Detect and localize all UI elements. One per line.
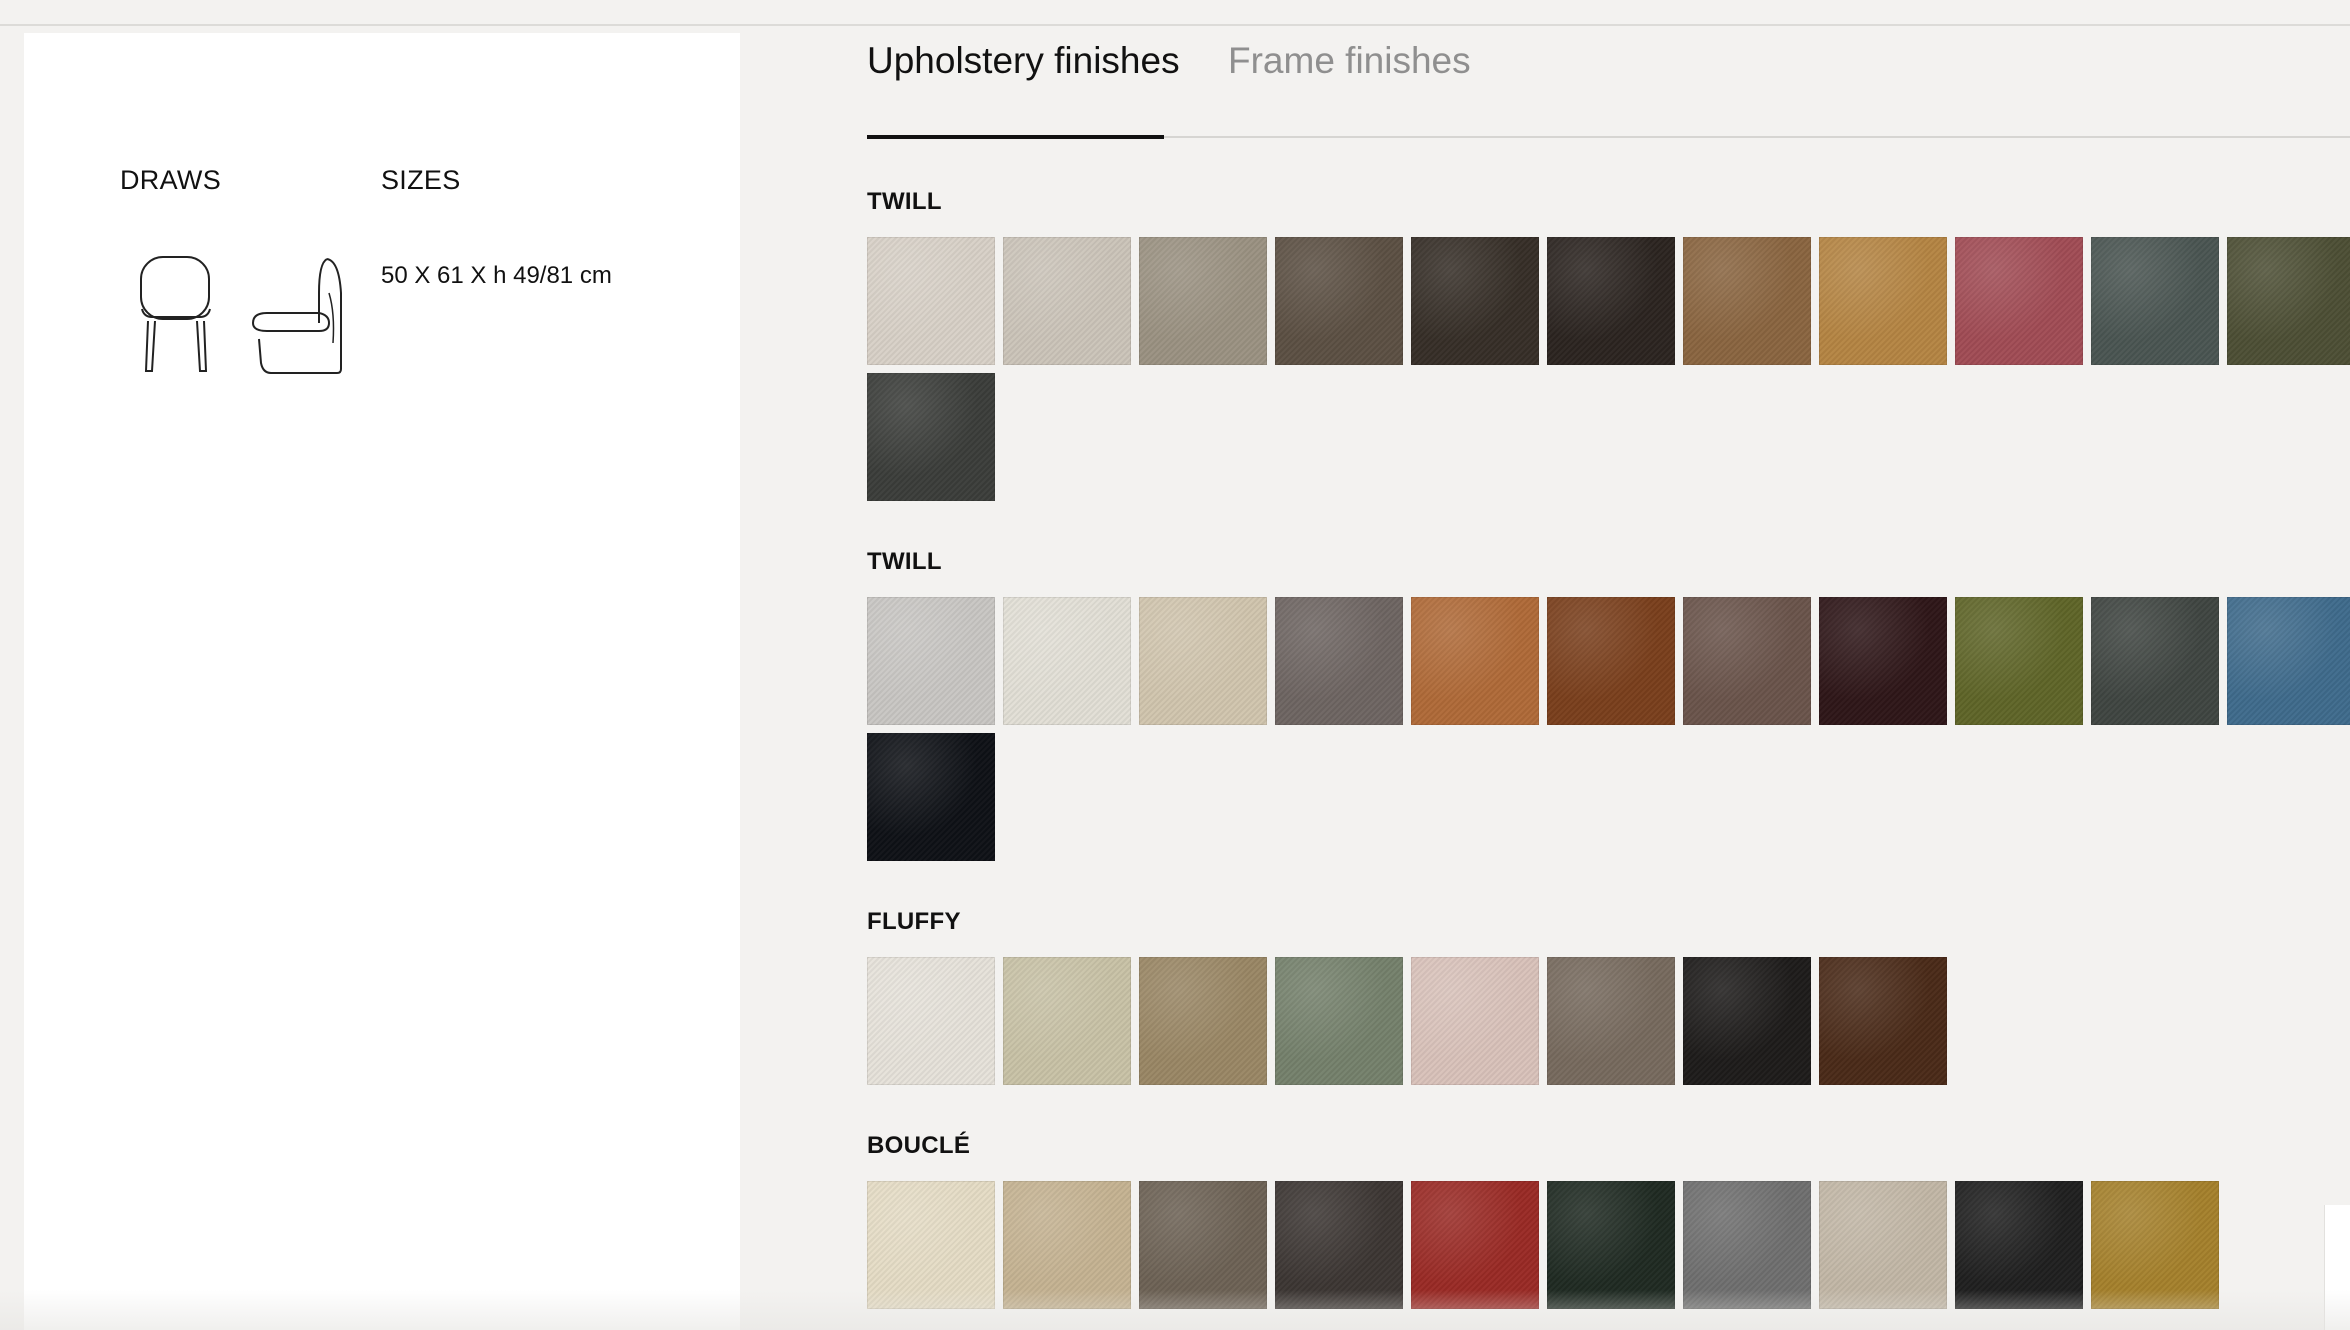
finish-swatch[interactable] <box>1955 1181 2083 1309</box>
section-title: FLUFFY <box>867 908 961 935</box>
swatch-grid <box>867 237 2350 501</box>
finish-swatch[interactable] <box>1139 1181 1267 1309</box>
finish-swatch[interactable] <box>1547 957 1675 1085</box>
finish-swatch[interactable] <box>1139 957 1267 1085</box>
sizes-title: SIZES <box>381 165 461 195</box>
finish-swatch[interactable] <box>1819 957 1947 1085</box>
active-tab-indicator <box>867 135 1164 139</box>
finish-swatch[interactable] <box>1411 597 1539 725</box>
finish-swatch[interactable] <box>867 597 995 725</box>
swatch-grid <box>867 1181 2350 1309</box>
finish-swatch[interactable] <box>1683 957 1811 1085</box>
swatch-grid <box>867 597 2350 861</box>
finish-swatch[interactable] <box>2091 597 2219 725</box>
finish-swatch[interactable] <box>1819 1181 1947 1309</box>
finish-swatch[interactable] <box>1683 597 1811 725</box>
finish-swatch[interactable] <box>1955 237 2083 365</box>
finish-swatch[interactable] <box>1955 597 2083 725</box>
finish-swatch[interactable] <box>1275 957 1403 1085</box>
finish-swatch[interactable] <box>1139 237 1267 365</box>
finish-swatch[interactable] <box>1411 237 1539 365</box>
finish-swatch[interactable] <box>1275 237 1403 365</box>
finish-swatch[interactable] <box>2227 237 2350 365</box>
top-bar <box>0 0 2350 26</box>
finish-swatch[interactable] <box>867 237 995 365</box>
finish-swatch[interactable] <box>1275 1181 1403 1309</box>
section-title: TWILL <box>867 548 942 575</box>
finish-swatch[interactable] <box>1683 237 1811 365</box>
draws-title: DRAWS <box>120 165 221 195</box>
finish-swatch[interactable] <box>1819 597 1947 725</box>
floating-panel-edge <box>2324 1205 2350 1330</box>
chair-side-view-icon <box>251 258 342 374</box>
finish-swatch[interactable] <box>1547 237 1675 365</box>
finish-swatch[interactable] <box>2091 237 2219 365</box>
finish-swatch[interactable] <box>2227 597 2350 725</box>
finish-swatch[interactable] <box>1139 597 1267 725</box>
finish-swatch[interactable] <box>1003 1181 1131 1309</box>
finish-swatch[interactable] <box>1683 1181 1811 1309</box>
finish-swatch[interactable] <box>1819 237 1947 365</box>
finish-swatch[interactable] <box>867 373 995 501</box>
product-info-panel: DRAWS SIZES 50 X 61 X h 49/81 cm <box>24 33 740 1330</box>
finish-swatch[interactable] <box>1003 957 1131 1085</box>
sizes-value: 50 X 61 X h 49/81 cm <box>381 262 612 289</box>
finish-swatch[interactable] <box>1547 597 1675 725</box>
finish-swatch[interactable] <box>2091 1181 2219 1309</box>
finish-swatch[interactable] <box>867 733 995 861</box>
finish-swatch[interactable] <box>1003 237 1131 365</box>
section-title: BOUCLÉ <box>867 1132 971 1159</box>
tab-frame-finishes[interactable]: Frame finishes <box>1228 40 1471 82</box>
finish-swatch[interactable] <box>1547 1181 1675 1309</box>
finish-swatch[interactable] <box>1411 957 1539 1085</box>
tab-upholstery-finishes[interactable]: Upholstery finishes <box>867 40 1180 82</box>
finish-swatch[interactable] <box>1275 597 1403 725</box>
finish-swatch[interactable] <box>867 957 995 1085</box>
section-title: TWILL <box>867 188 942 215</box>
chair-front-view-icon <box>140 256 211 372</box>
swatch-grid <box>867 957 2350 1085</box>
finish-swatch[interactable] <box>867 1181 995 1309</box>
finish-section: TWILL <box>867 186 2350 501</box>
finish-section: TWILL <box>867 546 2350 861</box>
finish-swatch[interactable] <box>1411 1181 1539 1309</box>
finish-section: BOUCLÉ <box>867 1130 2350 1309</box>
finish-section: FLUFFY <box>867 906 2350 1085</box>
finish-swatch[interactable] <box>1003 597 1131 725</box>
